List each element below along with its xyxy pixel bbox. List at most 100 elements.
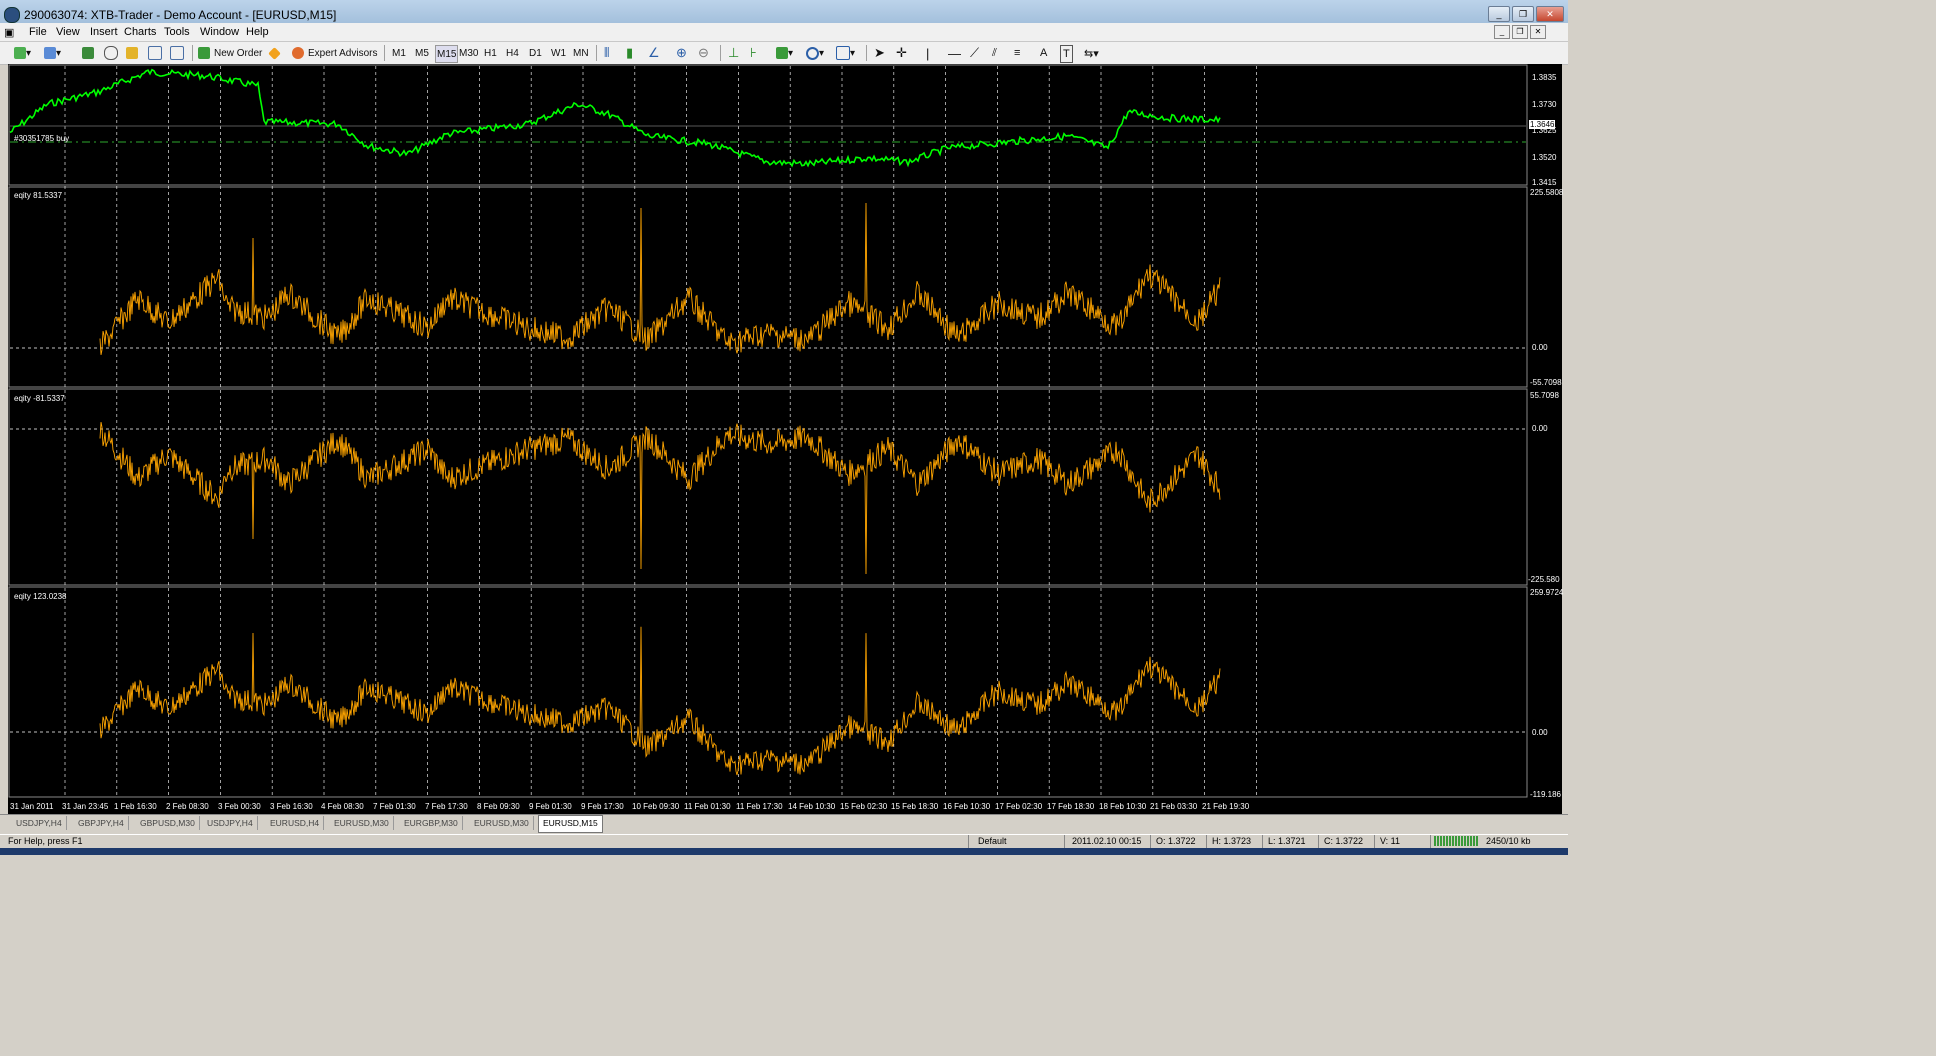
indicator-2-label: eqity -81.5337: [14, 394, 65, 403]
zoom-in-button[interactable]: ⊕: [676, 45, 687, 61]
terminal-button[interactable]: [148, 45, 162, 61]
tab-gbpusd-m30[interactable]: GBPUSD,M30: [136, 816, 200, 830]
tab-usdjpy-h4-2[interactable]: USDJPY,H4: [203, 816, 258, 830]
indicator-2-scale-bottom: -225.580: [1528, 575, 1560, 584]
menu-charts[interactable]: Charts: [124, 26, 156, 38]
profiles-button[interactable]: ▾: [44, 45, 61, 61]
autoscroll-button[interactable]: ⊥: [728, 45, 739, 61]
warning-button[interactable]: [268, 45, 281, 61]
cursor-icon: ➤: [874, 45, 885, 60]
chart-shift-icon: ⊦: [750, 45, 757, 60]
channel-button[interactable]: ⫽: [992, 45, 997, 61]
price-scale-label: 1.3730: [1532, 100, 1557, 109]
tab-eurusd-m30-2[interactable]: EURUSD,M30: [470, 816, 534, 830]
time-label: 8 Feb 09:30: [477, 802, 520, 811]
horizontal-line-button[interactable]: —: [948, 45, 961, 61]
status-traffic: 2450/10 kb: [1486, 836, 1531, 846]
timeframe-d1[interactable]: D1: [529, 45, 542, 61]
new-order-button[interactable]: New Order: [198, 45, 262, 61]
data-window-button[interactable]: [104, 45, 118, 61]
time-label: 21 Feb 03:30: [1150, 802, 1198, 811]
text-button[interactable]: A: [1040, 45, 1047, 61]
chart-canvas[interactable]: [8, 64, 1562, 814]
status-open: O: 1.3722: [1156, 836, 1196, 846]
strategy-tester-button[interactable]: [170, 45, 184, 61]
text-icon: A: [1040, 47, 1048, 59]
market-watch-button[interactable]: [82, 45, 94, 61]
tab-eurgbp-m30[interactable]: EURGBP,M30: [400, 816, 463, 830]
profiles-icon: [44, 47, 56, 59]
status-volume: V: 11: [1380, 836, 1401, 846]
chart-shift-button[interactable]: ⊦: [750, 45, 757, 61]
menu-tools[interactable]: Tools: [164, 26, 190, 38]
timeframe-mn[interactable]: MN: [573, 45, 589, 61]
chart-window-icon[interactable]: ▣: [4, 26, 14, 39]
zoom-out-button[interactable]: ⊖: [698, 45, 709, 61]
fibonacci-button[interactable]: ≡: [1014, 45, 1020, 61]
trendline-button[interactable]: ⟋: [970, 45, 979, 61]
new-order-icon: [198, 47, 210, 59]
tab-eurusd-h4[interactable]: EURUSD,H4: [266, 816, 325, 830]
vertical-line-button[interactable]: |: [926, 45, 929, 61]
timeframe-m15[interactable]: M15: [435, 45, 459, 63]
tab-eurusd-m30[interactable]: EURUSD,M30: [330, 816, 394, 830]
toolbar-separator: [192, 45, 193, 61]
new-chart-button[interactable]: ▾: [14, 45, 31, 61]
minimize-icon[interactable]: _: [1488, 6, 1510, 22]
price-scale-label: 1.3415: [1532, 178, 1557, 187]
arrows-button[interactable]: ⇆▾: [1084, 45, 1099, 61]
timeframe-w1[interactable]: W1: [551, 45, 566, 61]
line-chart-button[interactable]: ∠: [648, 45, 660, 61]
indicators-button[interactable]: ▾: [776, 45, 793, 61]
toolbar-separator: [596, 45, 597, 61]
terminal-icon: [148, 46, 162, 60]
candlestick-button[interactable]: ▮: [626, 45, 633, 61]
mdi-close-icon[interactable]: ✕: [1530, 25, 1546, 39]
chart-area[interactable]: #30351785 buy 1.3835 1.3730 1.3625 1.352…: [8, 64, 1564, 814]
tab-usdjpy-h4[interactable]: USDJPY,H4: [12, 816, 67, 830]
menu-view[interactable]: View: [56, 26, 80, 38]
menu-window[interactable]: Window: [200, 26, 239, 38]
bar-chart-button[interactable]: ⫴: [604, 45, 609, 61]
restore-icon[interactable]: ❐: [1512, 6, 1534, 22]
menu-file[interactable]: File: [29, 26, 47, 38]
timeframe-h4[interactable]: H4: [506, 45, 519, 61]
indicators-icon: [776, 47, 788, 59]
indicator-1-scale-bottom: -55.7098: [1530, 378, 1562, 387]
timeframe-m5[interactable]: M5: [415, 45, 429, 61]
time-label: 10 Feb 09:30: [632, 802, 680, 811]
timeframe-m1[interactable]: M1: [392, 45, 406, 61]
chart-tabs: USDJPY,H4 GBPJPY,H4 GBPUSD,M30 USDJPY,H4…: [0, 814, 1568, 833]
timeframe-h1[interactable]: H1: [484, 45, 497, 61]
window-title: 290063074: XTB-Trader - Demo Account - […: [24, 8, 337, 22]
price-scale-label: 1.3835: [1532, 73, 1557, 82]
new-order-label: New Order: [214, 47, 263, 59]
equity-line-1: [99, 202, 1221, 355]
cursor-button[interactable]: ➤: [874, 45, 885, 61]
crosshair-button[interactable]: ✛: [896, 45, 907, 61]
navigator-button[interactable]: [126, 45, 138, 61]
mdi-minimize-icon[interactable]: _: [1494, 25, 1510, 39]
fibonacci-icon: ≡: [1014, 47, 1021, 59]
indicator-3-scale-bottom: -119.186: [1530, 790, 1561, 799]
mdi-restore-icon[interactable]: ❐: [1512, 25, 1528, 39]
tab-gbpjpy-h4[interactable]: GBPJPY,H4: [74, 816, 129, 830]
label-button[interactable]: T: [1060, 45, 1073, 63]
expert-advisors-button[interactable]: Expert Advisors: [292, 45, 377, 61]
diamond-icon: [268, 46, 281, 60]
arrows-icon: ⇆▾: [1084, 47, 1099, 60]
app-icon: [4, 7, 20, 23]
templates-button[interactable]: ▾: [836, 45, 855, 61]
menu-help[interactable]: Help: [246, 26, 269, 38]
toolbar-separator: [866, 45, 867, 61]
navigator-icon: [126, 47, 138, 59]
periods-button[interactable]: ▾: [806, 45, 824, 61]
menu-insert[interactable]: Insert: [90, 26, 118, 38]
timeframe-m30[interactable]: M30: [459, 45, 478, 61]
time-label: 21 Feb 19:30: [1202, 802, 1250, 811]
close-icon[interactable]: ✕: [1536, 6, 1564, 22]
indicator-1-scale-top: 225.5808: [1530, 188, 1564, 197]
trendline-icon: ⟋: [970, 45, 980, 60]
tab-eurusd-m15[interactable]: EURUSD,M15: [538, 815, 603, 833]
indicator-1-scale-zero: 0.00: [1532, 343, 1548, 352]
